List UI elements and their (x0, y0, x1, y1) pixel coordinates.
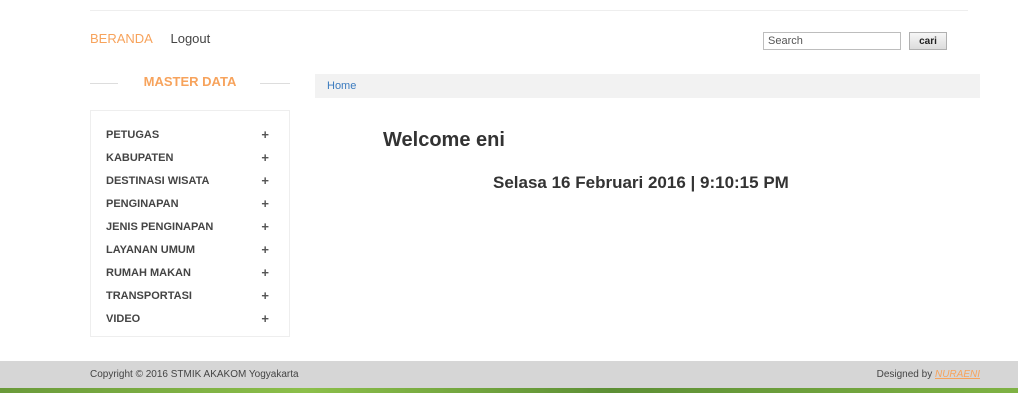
nav-logout-link[interactable]: Logout (170, 31, 210, 46)
author-link[interactable]: NURAENI (935, 369, 980, 380)
designed-by-label: Designed by (876, 369, 933, 380)
sidebar-item-label: PETUGAS (106, 128, 160, 141)
sidebar-item-penginapan[interactable]: PENGINAPAN + (91, 192, 289, 215)
footer-copyright: Copyright © 2016 STMIK AKAKOM Yogyakarta (90, 369, 299, 380)
master-data-title: MASTER DATA (143, 74, 237, 89)
sidebar-item-destinasi-wisata[interactable]: DESTINASI WISATA + (91, 169, 289, 192)
sidebar-item-petugas[interactable]: PETUGAS + (91, 123, 289, 146)
sidebar-item-kabupaten[interactable]: KABUPATEN + (91, 146, 289, 169)
header-divider-right (260, 83, 290, 84)
plus-icon[interactable]: + (261, 311, 269, 326)
footer: Copyright © 2016 STMIK AKAKOM Yogyakarta… (0, 361, 1018, 388)
top-nav: BERANDA Logout (90, 31, 224, 46)
sidebar-item-label: TRANSPORTASI (106, 289, 192, 302)
plus-icon[interactable]: + (261, 196, 269, 211)
sidebar-item-layanan-umum[interactable]: LAYANAN UMUM + (91, 238, 289, 261)
welcome-heading: Welcome eni (383, 129, 505, 151)
breadcrumb-home-link[interactable]: Home (327, 80, 356, 92)
datetime-display: Selasa 16 Februari 2016 | 9:10:15 PM (493, 173, 789, 192)
sidebar-item-label: JENIS PENGINAPAN (106, 220, 214, 233)
sidebar-item-label: RUMAH MAKAN (106, 266, 191, 279)
search-bar: cari (763, 32, 947, 50)
breadcrumb: Home (315, 74, 980, 98)
master-data-header: MASTER DATA (90, 72, 290, 92)
sidebar-item-label: DESTINASI WISATA (106, 174, 210, 187)
sidebar-item-transportasi[interactable]: TRANSPORTASI + (91, 284, 289, 307)
sidebar-menu: PETUGAS + KABUPATEN + DESTINASI WISATA +… (90, 110, 290, 337)
bottom-decorative-strip (0, 388, 1018, 393)
plus-icon[interactable]: + (261, 150, 269, 165)
sidebar-item-label: KABUPATEN (106, 151, 174, 164)
footer-designed-by: Designed by NURAENI (877, 369, 980, 380)
plus-icon[interactable]: + (261, 242, 269, 257)
plus-icon[interactable]: + (261, 265, 269, 280)
nav-beranda-link[interactable]: BERANDA (90, 31, 153, 46)
sidebar-item-label: PENGINAPAN (106, 197, 179, 210)
sidebar-item-label: LAYANAN UMUM (106, 243, 196, 256)
sidebar-item-jenis-penginapan[interactable]: JENIS PENGINAPAN + (91, 215, 289, 238)
sidebar-item-video[interactable]: VIDEO + (91, 307, 289, 330)
plus-icon[interactable]: + (261, 288, 269, 303)
plus-icon[interactable]: + (261, 219, 269, 234)
top-divider (90, 10, 968, 11)
sidebar-item-rumah-makan[interactable]: RUMAH MAKAN + (91, 261, 289, 284)
sidebar-item-label: VIDEO (106, 312, 141, 325)
search-input[interactable] (763, 32, 901, 50)
search-button[interactable]: cari (909, 32, 947, 50)
plus-icon[interactable]: + (261, 173, 269, 188)
plus-icon[interactable]: + (261, 127, 269, 142)
